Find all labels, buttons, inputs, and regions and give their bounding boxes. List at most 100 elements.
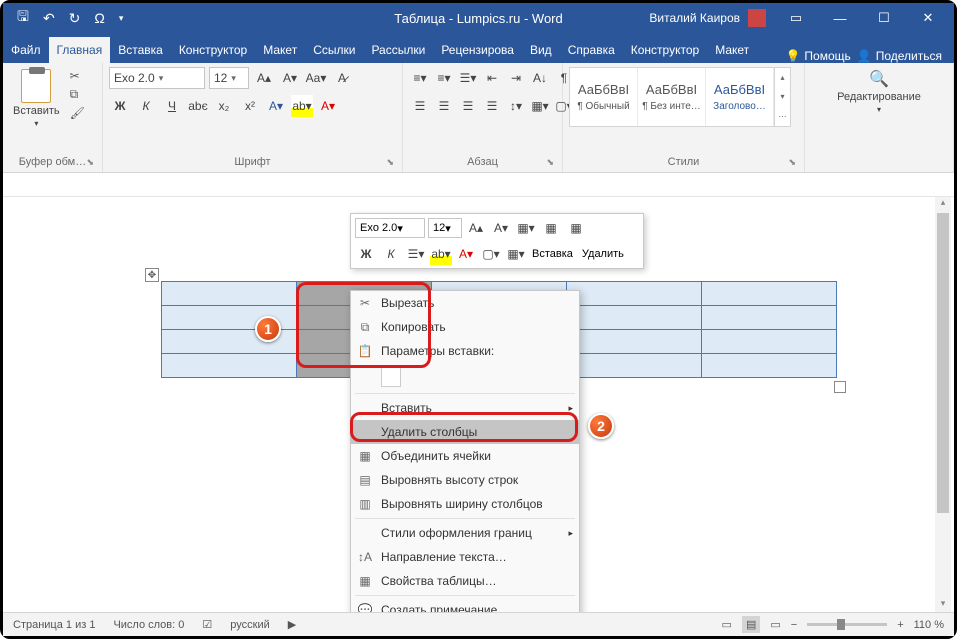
table-cell[interactable] bbox=[702, 282, 837, 306]
tab-design[interactable]: Конструктор bbox=[171, 37, 255, 63]
undo-icon[interactable]: ↶ bbox=[43, 10, 55, 27]
mt-styles-icon[interactable]: ▦▾ bbox=[515, 217, 537, 239]
mt-bold-button[interactable]: Ж bbox=[355, 243, 377, 265]
align-left-icon[interactable]: ☰ bbox=[409, 95, 431, 117]
decrease-indent-icon[interactable]: ⇤ bbox=[481, 67, 503, 89]
user-name[interactable]: Виталий Каиров bbox=[649, 11, 740, 25]
table-cell[interactable] bbox=[162, 282, 297, 306]
dialog-launcher-icon[interactable]: ⬊ bbox=[386, 157, 394, 168]
omega-icon[interactable]: Ω bbox=[94, 10, 104, 26]
mt-size-combo[interactable]: 12▾ bbox=[428, 218, 462, 238]
font-size-combo[interactable]: 12▾ bbox=[209, 67, 249, 89]
highlight-icon[interactable]: ab▾ bbox=[291, 95, 313, 117]
change-case-icon[interactable]: Aa▾ bbox=[305, 67, 327, 89]
tab-view[interactable]: Вид bbox=[522, 37, 560, 63]
maximize-button[interactable]: ☐ bbox=[862, 3, 906, 33]
word-count[interactable]: Число слов: 0 bbox=[113, 619, 184, 631]
tab-file[interactable]: Файл bbox=[3, 37, 49, 63]
menu-text-direction[interactable]: ↕AНаправление текста… bbox=[351, 545, 579, 569]
scroll-up-icon[interactable]: ▴ bbox=[935, 197, 951, 211]
mt-delete-icon[interactable]: ▦ bbox=[565, 217, 587, 239]
table-cell[interactable] bbox=[702, 354, 837, 378]
tab-mailings[interactable]: Рассылки bbox=[363, 37, 433, 63]
zoom-slider[interactable] bbox=[807, 623, 887, 626]
tab-insert[interactable]: Вставка bbox=[110, 37, 171, 63]
increase-indent-icon[interactable]: ⇥ bbox=[505, 67, 527, 89]
tab-help[interactable]: Справка bbox=[560, 37, 623, 63]
table-cell[interactable] bbox=[702, 306, 837, 330]
vertical-scrollbar[interactable]: ▴ ▾ bbox=[935, 197, 951, 612]
shading-icon[interactable]: ▦▾ bbox=[529, 95, 551, 117]
table-cell[interactable] bbox=[567, 282, 702, 306]
clear-formatting-icon[interactable]: A̷ bbox=[331, 67, 353, 89]
styles-gallery[interactable]: АаБбВвІ¶ Обычный АаБбВвІ¶ Без инте… АаБб… bbox=[569, 67, 791, 127]
paste-button[interactable]: Вставить ▾ bbox=[9, 67, 64, 130]
macro-icon[interactable]: ▶ bbox=[288, 618, 296, 631]
ruler[interactable] bbox=[3, 173, 954, 197]
gallery-expand[interactable]: ▴▾⋯ bbox=[774, 68, 790, 126]
tab-table-design[interactable]: Конструктор bbox=[623, 37, 707, 63]
align-center-icon[interactable]: ☰ bbox=[433, 95, 455, 117]
style-normal[interactable]: АаБбВвІ¶ Обычный bbox=[570, 68, 638, 126]
cut-icon[interactable]: ✂ bbox=[70, 69, 85, 83]
tab-references[interactable]: Ссылки bbox=[305, 37, 363, 63]
mt-delete-label[interactable]: Удалить bbox=[582, 248, 624, 260]
tell-me-search[interactable]: 💡 Помощь bbox=[785, 49, 850, 63]
mt-insert-icon[interactable]: ▦ bbox=[540, 217, 562, 239]
qat-dropdown-icon[interactable]: ▾ bbox=[119, 13, 124, 24]
table-cell[interactable] bbox=[567, 330, 702, 354]
shrink-font-icon[interactable]: A▾ bbox=[279, 67, 301, 89]
ribbon-display-icon[interactable]: ▭ bbox=[774, 3, 818, 33]
mt-grow-font-icon[interactable]: A▴ bbox=[465, 217, 487, 239]
dialog-launcher-icon[interactable]: ⬊ bbox=[788, 157, 796, 168]
scroll-thumb[interactable] bbox=[937, 213, 949, 513]
copy-icon[interactable]: ⧉ bbox=[70, 87, 85, 102]
superscript-button[interactable]: x² bbox=[239, 95, 261, 117]
italic-button[interactable]: К bbox=[135, 95, 157, 117]
strikethrough-button[interactable]: abє bbox=[187, 95, 209, 117]
minimize-button[interactable]: — bbox=[818, 3, 862, 33]
table-cell[interactable] bbox=[567, 354, 702, 378]
mt-italic-button[interactable]: К bbox=[380, 243, 402, 265]
line-spacing-icon[interactable]: ↕▾ bbox=[505, 95, 527, 117]
save-icon[interactable]: 🖫 bbox=[17, 6, 29, 30]
web-layout-icon[interactable]: ▭ bbox=[770, 618, 780, 631]
spellcheck-icon[interactable]: ☑ bbox=[202, 618, 212, 631]
zoom-in-button[interactable]: + bbox=[897, 619, 903, 631]
menu-delete-columns[interactable]: Удалить столбцы bbox=[351, 420, 579, 444]
table-resize-handle[interactable] bbox=[834, 381, 846, 393]
menu-copy[interactable]: ⧉Копировать bbox=[351, 315, 579, 339]
menu-border-styles[interactable]: Стили оформления границ▸ bbox=[351, 521, 579, 545]
page-indicator[interactable]: Страница 1 из 1 bbox=[13, 619, 95, 631]
read-mode-icon[interactable]: ▭ bbox=[722, 618, 732, 631]
mt-align-icon[interactable]: ☰▾ bbox=[405, 243, 427, 265]
bullets-icon[interactable]: ≡▾ bbox=[409, 67, 431, 89]
table-cell[interactable] bbox=[702, 330, 837, 354]
menu-merge-cells[interactable]: ▦Объединить ячейки bbox=[351, 444, 579, 468]
language-indicator[interactable]: русский bbox=[230, 619, 269, 631]
mt-font-combo[interactable]: Exo 2.0▾ bbox=[355, 218, 425, 238]
dialog-launcher-icon[interactable]: ⬊ bbox=[86, 157, 94, 168]
underline-button[interactable]: Ч bbox=[161, 95, 183, 117]
tab-layout[interactable]: Макет bbox=[255, 37, 305, 63]
numbering-icon[interactable]: ≡▾ bbox=[433, 67, 455, 89]
menu-distribute-cols[interactable]: ▥Выровнять ширину столбцов bbox=[351, 492, 579, 516]
mt-insert-label[interactable]: Вставка bbox=[532, 248, 573, 260]
table-move-handle[interactable]: ✥ bbox=[145, 268, 159, 282]
tab-table-layout[interactable]: Макет bbox=[707, 37, 757, 63]
editing-dropdown[interactable]: 🔍 Редактирование ▾ bbox=[833, 67, 925, 116]
table-cell[interactable] bbox=[567, 306, 702, 330]
dialog-launcher-icon[interactable]: ⬊ bbox=[546, 157, 554, 168]
bold-button[interactable]: Ж bbox=[109, 95, 131, 117]
mt-borders-icon[interactable]: ▢▾ bbox=[480, 243, 502, 265]
close-button[interactable]: ✕ bbox=[906, 3, 950, 33]
grow-font-icon[interactable]: A▴ bbox=[253, 67, 275, 89]
redo-icon[interactable]: ↻ bbox=[69, 10, 81, 27]
zoom-level[interactable]: 110 % bbox=[914, 619, 944, 631]
scroll-down-icon[interactable]: ▾ bbox=[935, 598, 951, 612]
paste-option-icon[interactable] bbox=[381, 367, 401, 387]
align-right-icon[interactable]: ☰ bbox=[457, 95, 479, 117]
mt-highlight-icon[interactable]: ab▾ bbox=[430, 243, 452, 265]
sort-icon[interactable]: A↓ bbox=[529, 67, 551, 89]
menu-cut[interactable]: ✂Вырезать bbox=[351, 291, 579, 315]
